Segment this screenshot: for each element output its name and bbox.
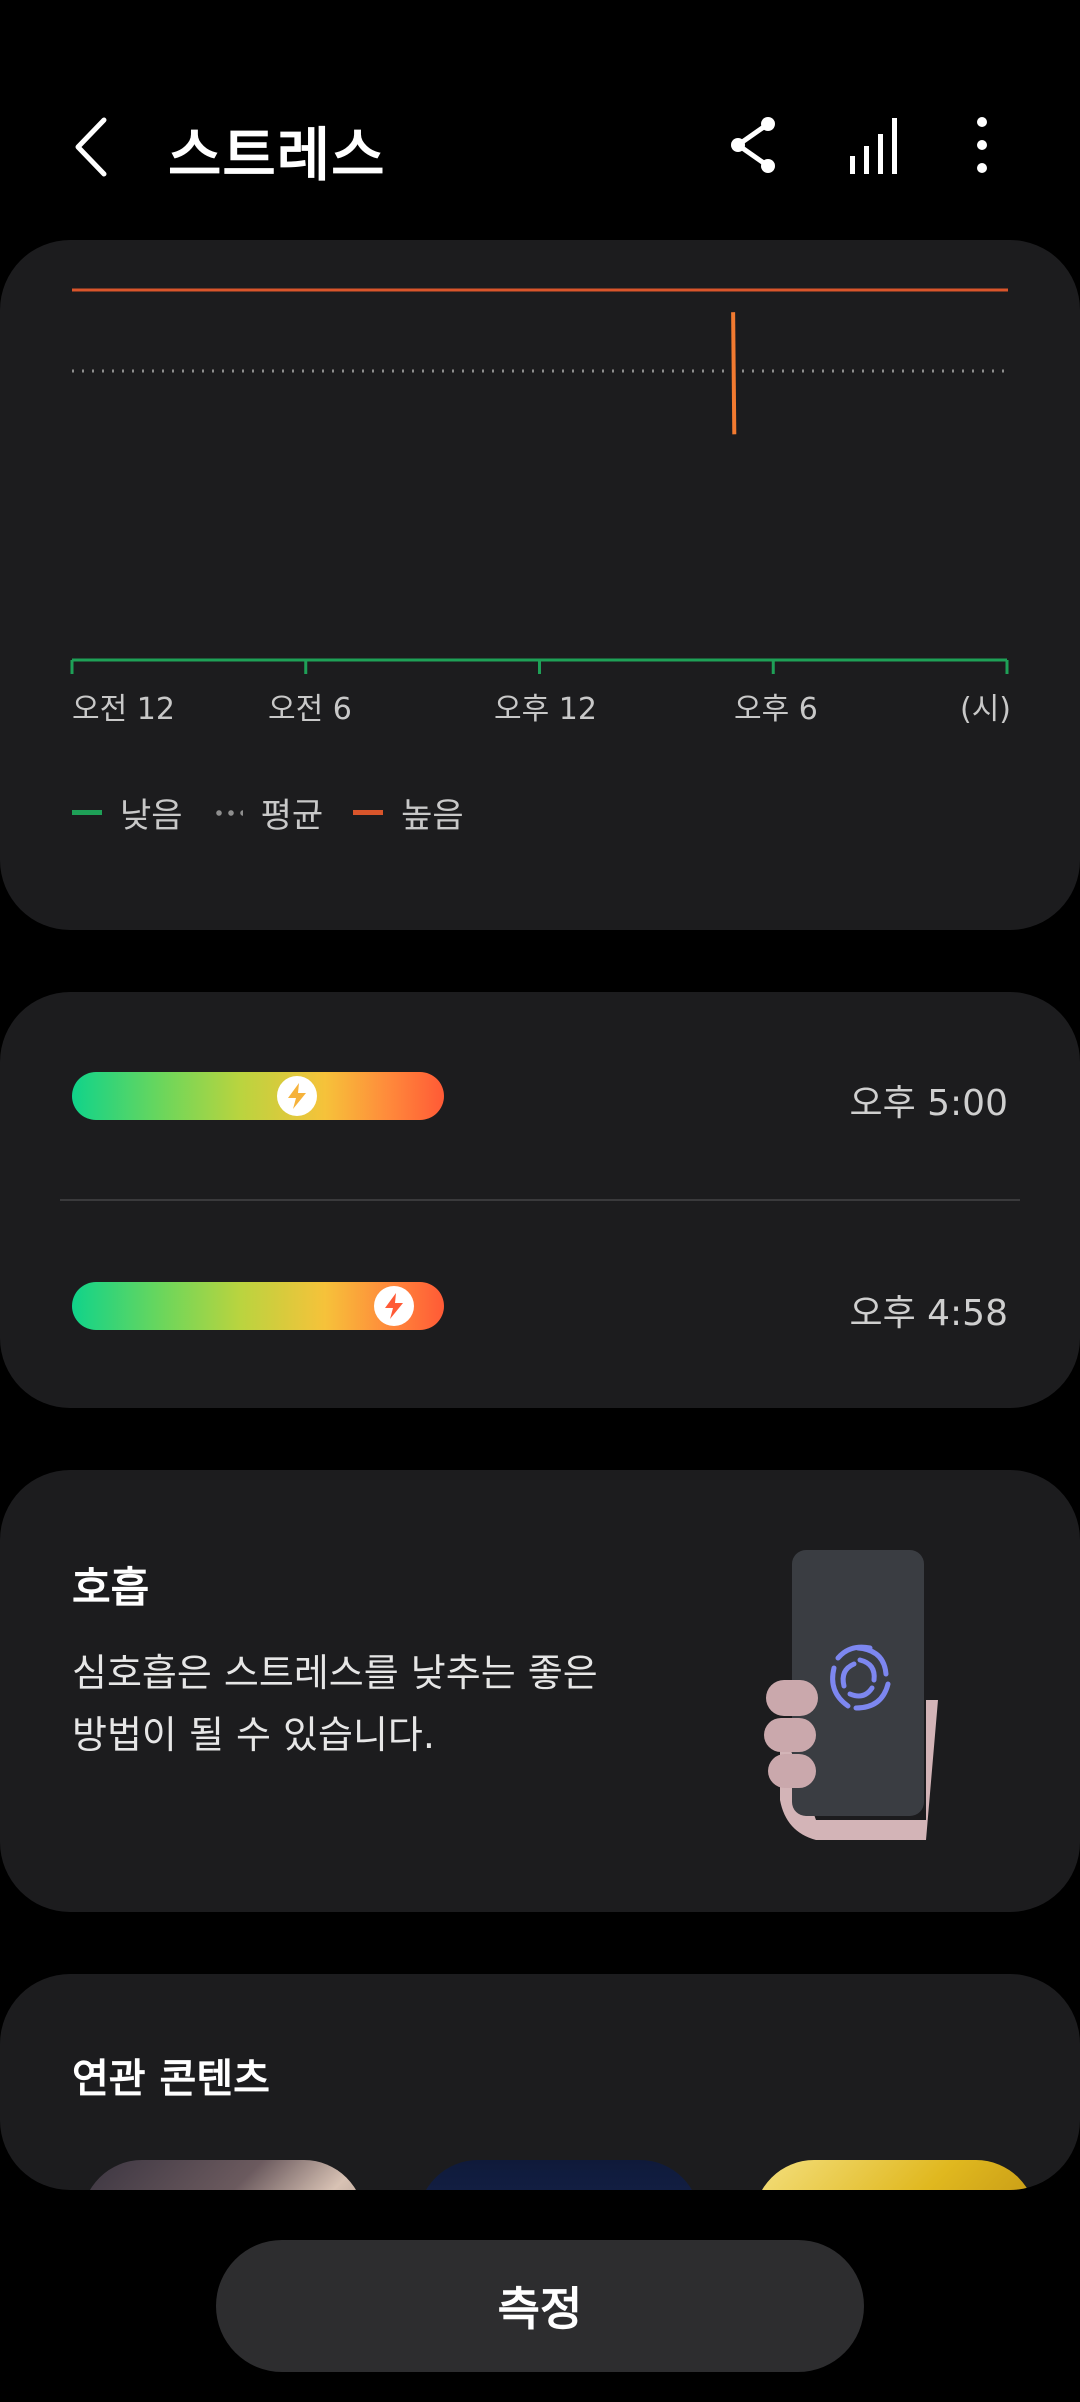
legend-label: 높음: [401, 796, 464, 836]
related-content-card: 연관 콘텐츠: [0, 1974, 1080, 2190]
measure-button[interactable]: 측정: [216, 2240, 864, 2372]
breathing-description: 심호흡은 스트레스를 낮추는 좋은 방법이 될 수 있습니다.: [72, 1651, 598, 1757]
page-title: 스트레스: [168, 121, 386, 189]
stress-record-row[interactable]: 오후 5:00: [0, 992, 1080, 1192]
legend-item-low: 낮음: [72, 788, 183, 837]
stress-record-row[interactable]: 오후 4:58: [0, 1202, 1080, 1402]
stress-level-marker: [374, 1286, 415, 1326]
stress-level-marker: [276, 1076, 317, 1116]
app-header: 스트레스: [0, 0, 1080, 240]
x-tick-label: 오전 12: [72, 692, 175, 727]
more-vert-icon[interactable]: [950, 110, 1014, 180]
legend-swatch: [72, 810, 102, 815]
x-tick-label: 오후 6: [734, 692, 818, 727]
related-content-thumbnail[interactable]: [82, 2160, 364, 2190]
phone-in-hand-illustration: [764, 1550, 938, 1840]
legend-label: 낮음: [120, 796, 183, 836]
legend-item-high: 높음: [353, 788, 464, 837]
lightning-icon: [385, 1293, 404, 1319]
back-arrow-icon[interactable]: [66, 112, 126, 182]
legend-label: 평균: [260, 796, 324, 836]
breathing-title: 호흡: [72, 1563, 150, 1612]
stress-chart-card: 오전 12 오전 6 오후 12 오후 6 (시) 낮음 평균 높음: [0, 240, 1080, 930]
stress-level-bar: [72, 1072, 444, 1120]
x-tick-label: (시): [960, 692, 1012, 727]
x-tick-label: 오후 12: [494, 692, 597, 727]
stress-series-line: [731, 312, 737, 435]
record-time: 오후 4:58: [849, 1293, 1008, 1334]
x-tick-label: 오전 6: [268, 692, 352, 727]
record-time: 오후 5:00: [849, 1083, 1008, 1124]
stress-level-bar: [72, 1282, 444, 1330]
related-content-thumbnail[interactable]: [418, 2160, 700, 2190]
chart-legend: 낮음 평균 높음: [72, 788, 494, 837]
legend-item-average: 평균: [212, 788, 324, 837]
related-content-title: 연관 콘텐츠: [72, 2056, 270, 2102]
related-content-thumbnail[interactable]: [754, 2160, 1036, 2190]
legend-swatch: [212, 809, 243, 816]
bar-chart-icon[interactable]: [842, 110, 906, 180]
stress-records-card: 오후 5:00 오후 4:58: [0, 992, 1080, 1408]
legend-swatch: [353, 810, 384, 815]
divider: [60, 1199, 1020, 1201]
share-icon[interactable]: [722, 110, 786, 180]
lightning-icon: [287, 1083, 306, 1109]
breathing-card[interactable]: 호흡 심호흡은 스트레스를 낮추는 좋은 방법이 될 수 있습니다.: [0, 1470, 1080, 1912]
